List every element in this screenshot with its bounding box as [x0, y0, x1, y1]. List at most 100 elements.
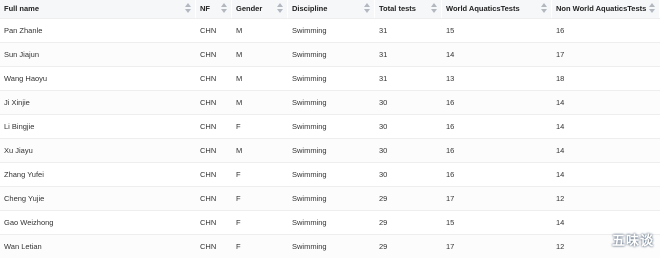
cell-gender: F [236, 194, 241, 203]
column-header-label: Total tests [379, 4, 416, 13]
cell-world-aquatics-tests: 17 [446, 242, 455, 251]
table-row[interactable]: Pan Zhanle CHN M Swimming 31 15 16 [0, 18, 660, 43]
cell-gender: F [236, 122, 241, 131]
cell-world-aquatics-tests: 16 [446, 170, 455, 179]
cell-world-aquatics-tests: 16 [446, 146, 455, 155]
cell-full-name: Zhang Yufei [4, 170, 44, 179]
cell-nf: CHN [200, 170, 217, 179]
table-row[interactable]: Sun Jiajun CHN M Swimming 31 14 17 [0, 42, 660, 67]
table-row[interactable]: Xu Jiayu CHN M Swimming 30 16 14 [0, 138, 660, 163]
cell-total-tests: 30 [379, 98, 388, 107]
cell-full-name: Sun Jiajun [4, 50, 40, 59]
cell-world-aquatics-tests: 16 [446, 98, 455, 107]
sort-arrows-icon[interactable] [541, 3, 547, 15]
column-header-non-world-aquatics-tests[interactable]: Non World AquaticsTests [552, 0, 660, 18]
column-header-label: Discipline [292, 4, 328, 13]
athletes-table: Full name NF Gender Discipline Total tes… [0, 0, 660, 258]
cell-total-tests: 30 [379, 122, 388, 131]
cell-discipline: Swimming [292, 98, 327, 107]
cell-world-aquatics-tests: 15 [446, 218, 455, 227]
cell-world-aquatics-tests: 14 [446, 50, 455, 59]
cell-full-name: Pan Zhanle [4, 26, 43, 35]
table-header: Full name NF Gender Discipline Total tes… [0, 0, 660, 18]
column-header-label: Full name [4, 4, 40, 13]
cell-total-tests: 29 [379, 218, 388, 227]
cell-world-aquatics-tests: 16 [446, 122, 455, 131]
cell-nf: CHN [200, 194, 217, 203]
cell-full-name: Ji Xinjie [4, 98, 30, 107]
cell-non-world-aquatics-tests: 14 [556, 170, 565, 179]
cell-full-name: Wan Letian [4, 242, 42, 251]
cell-nf: CHN [200, 98, 217, 107]
cell-total-tests: 31 [379, 26, 388, 35]
cell-discipline: Swimming [292, 218, 327, 227]
table-row[interactable]: Wan Letian CHN F Swimming 29 17 12 [0, 234, 660, 258]
sort-arrows-icon[interactable] [649, 3, 655, 15]
sort-arrows-icon[interactable] [364, 3, 370, 15]
cell-gender: M [236, 50, 243, 59]
sort-arrows-icon[interactable] [185, 3, 191, 15]
column-header-world-aquatics-tests[interactable]: World AquaticsTests [442, 0, 552, 18]
cell-nf: CHN [200, 50, 217, 59]
table-row[interactable]: Wang Haoyu CHN M Swimming 31 13 18 [0, 66, 660, 91]
cell-gender: F [236, 170, 241, 179]
column-header-label: Non World AquaticsTests [556, 4, 647, 13]
column-header-nf[interactable]: NF [196, 0, 232, 18]
table-row[interactable]: Gao Weizhong CHN F Swimming 29 15 14 [0, 210, 660, 235]
cell-full-name: Cheng Yujie [4, 194, 45, 203]
table-row[interactable]: Ji Xinjie CHN M Swimming 30 16 14 [0, 90, 660, 115]
watermark: 五味谈 [611, 233, 654, 248]
cell-full-name: Gao Weizhong [4, 218, 54, 227]
cell-discipline: Swimming [292, 26, 327, 35]
cell-total-tests: 29 [379, 242, 388, 251]
sort-arrows-icon[interactable] [277, 3, 283, 15]
cell-nf: CHN [200, 146, 217, 155]
cell-full-name: Wang Haoyu [4, 74, 48, 83]
cell-world-aquatics-tests: 17 [446, 194, 455, 203]
cell-gender: M [236, 74, 243, 83]
cell-discipline: Swimming [292, 242, 327, 251]
cell-full-name: Xu Jiayu [4, 146, 33, 155]
column-header-full-name[interactable]: Full name [0, 0, 196, 18]
cell-discipline: Swimming [292, 74, 327, 83]
cell-gender: F [236, 242, 241, 251]
column-header-label: Gender [236, 4, 263, 13]
column-header-total-tests[interactable]: Total tests [375, 0, 442, 18]
cell-total-tests: 30 [379, 170, 388, 179]
column-header-label: NF [200, 4, 210, 13]
cell-total-tests: 30 [379, 146, 388, 155]
cell-non-world-aquatics-tests: 14 [556, 98, 565, 107]
sort-arrows-icon[interactable] [431, 3, 437, 15]
cell-non-world-aquatics-tests: 14 [556, 146, 565, 155]
cell-discipline: Swimming [292, 194, 327, 203]
cell-non-world-aquatics-tests: 18 [556, 74, 565, 83]
cell-world-aquatics-tests: 13 [446, 74, 455, 83]
cell-total-tests: 31 [379, 74, 388, 83]
cell-nf: CHN [200, 218, 217, 227]
cell-discipline: Swimming [292, 146, 327, 155]
cell-gender: M [236, 146, 243, 155]
cell-non-world-aquatics-tests: 14 [556, 122, 565, 131]
cell-gender: F [236, 218, 241, 227]
cell-nf: CHN [200, 242, 217, 251]
cell-total-tests: 31 [379, 50, 388, 59]
cell-non-world-aquatics-tests: 17 [556, 50, 565, 59]
cell-non-world-aquatics-tests: 16 [556, 26, 565, 35]
cell-discipline: Swimming [292, 122, 327, 131]
cell-discipline: Swimming [292, 50, 327, 59]
cell-gender: M [236, 98, 243, 107]
cell-nf: CHN [200, 122, 217, 131]
table-row[interactable]: Zhang Yufei CHN F Swimming 30 16 14 [0, 162, 660, 187]
sort-arrows-icon[interactable] [221, 3, 227, 15]
cell-world-aquatics-tests: 15 [446, 26, 455, 35]
table-row[interactable]: Li Bingjie CHN F Swimming 30 16 14 [0, 114, 660, 139]
column-header-gender[interactable]: Gender [232, 0, 288, 18]
cell-nf: CHN [200, 26, 217, 35]
table-row[interactable]: Cheng Yujie CHN F Swimming 29 17 12 [0, 186, 660, 211]
cell-non-world-aquatics-tests: 12 [556, 194, 565, 203]
cell-discipline: Swimming [292, 170, 327, 179]
cell-gender: M [236, 26, 243, 35]
column-header-label: World AquaticsTests [446, 4, 520, 13]
column-header-discipline[interactable]: Discipline [288, 0, 375, 18]
cell-full-name: Li Bingjie [4, 122, 35, 131]
